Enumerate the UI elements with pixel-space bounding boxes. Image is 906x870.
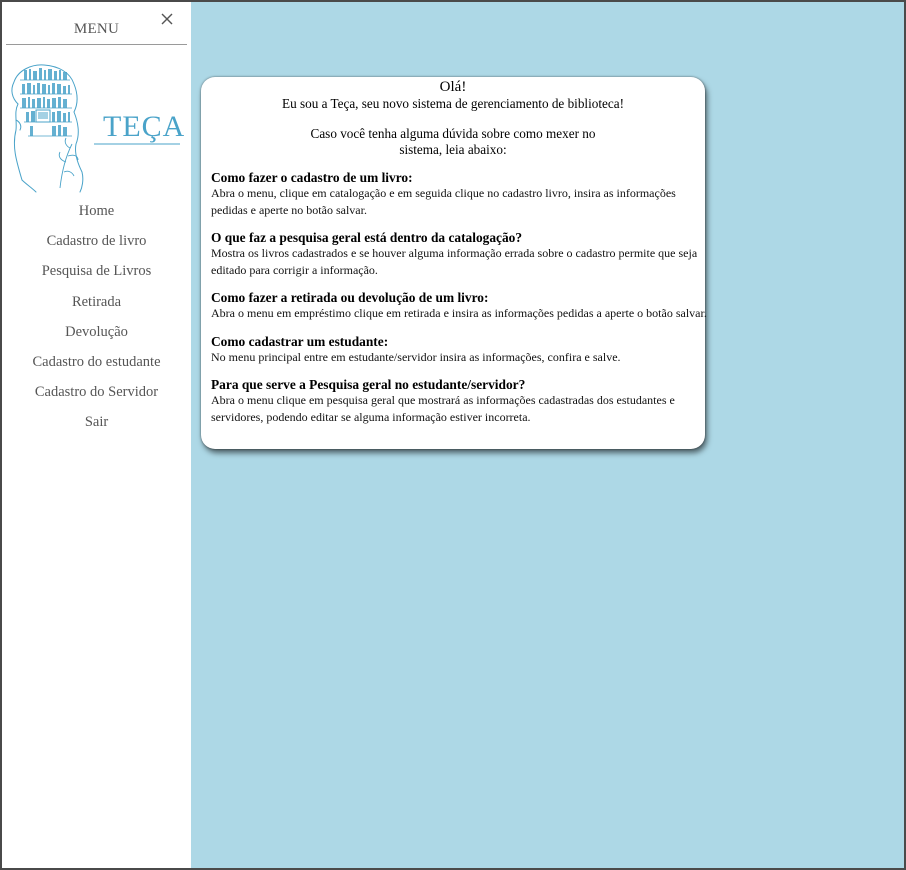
faq-answer: No menu principal entre em estudante/ser… <box>211 349 621 364</box>
faq-question: Como cadastrar um estudante: <box>211 333 389 349</box>
close-icon[interactable] <box>159 11 175 27</box>
faq-question: Como fazer a retirada ou devolução de um… <box>211 290 489 305</box>
logo-text: TEÇA <box>103 110 184 143</box>
faq-item: Como fazer a retirada ou devolução de um… <box>211 290 707 322</box>
welcome-card: Olá! Eu sou a Teça, seu novo sistema de … <box>201 77 707 449</box>
nav-item-home[interactable]: Home <box>2 196 191 226</box>
teca-logo: TEÇA <box>8 60 184 194</box>
sidebar-nav: Home Cadastro de livro Pesquisa de Livro… <box>2 196 191 438</box>
menu-header: MENU <box>6 2 187 45</box>
faq-item: Para que serve a Pesquisa geral no estud… <box>211 377 707 425</box>
faq-answer: Abra o menu em empréstimo clique em reti… <box>211 306 707 320</box>
doubt-text: Caso você tenha alguma dúvida sobre como… <box>310 126 596 157</box>
app-frame: MENU TEÇA Home Cadastro de livro Pesquis… <box>0 0 906 870</box>
faq-question: Para que serve a Pesquisa geral no estud… <box>211 377 526 392</box>
sidebar-menu: MENU TEÇA Home Cadastro de livro Pesquis… <box>2 2 191 868</box>
nav-item-sair[interactable]: Sair <box>2 407 191 437</box>
nav-item-pesquisa-livros[interactable]: Pesquisa de Livros <box>2 256 191 286</box>
faq-answer: Abra o menu clique em pesquisa geral que… <box>211 393 675 424</box>
nav-item-devolucao[interactable]: Devolução <box>2 317 191 347</box>
nav-item-retirada[interactable]: Retirada <box>2 287 191 317</box>
nav-item-cadastro-estudante[interactable]: Cadastro do estudante <box>2 347 191 377</box>
faq-question: Como fazer o cadastro de um livro: <box>211 170 413 185</box>
faq-item: Como fazer o cadastro de um livro: Abra … <box>211 170 707 218</box>
faq-answer: Abra o menu, clique em catalogação e em … <box>211 186 676 217</box>
nav-item-cadastro-livro[interactable]: Cadastro de livro <box>2 226 191 256</box>
faq-item: Como cadastrar um estudante: No menu pri… <box>211 334 707 366</box>
intro-text: Eu sou a Teça, seu novo sistema de geren… <box>282 96 624 111</box>
faq-list: Como fazer o cadastro de um livro: Abra … <box>211 170 707 437</box>
faq-answer: Mostra os livros cadastrados e se houver… <box>211 246 698 277</box>
faq-question: O que faz a pesquisa geral está dentro d… <box>211 230 523 245</box>
nav-item-cadastro-servidor[interactable]: Cadastro do Servidor <box>2 377 191 407</box>
greeting-text: Olá! <box>439 79 467 95</box>
faq-item: O que faz a pesquisa geral está dentro d… <box>211 230 707 278</box>
